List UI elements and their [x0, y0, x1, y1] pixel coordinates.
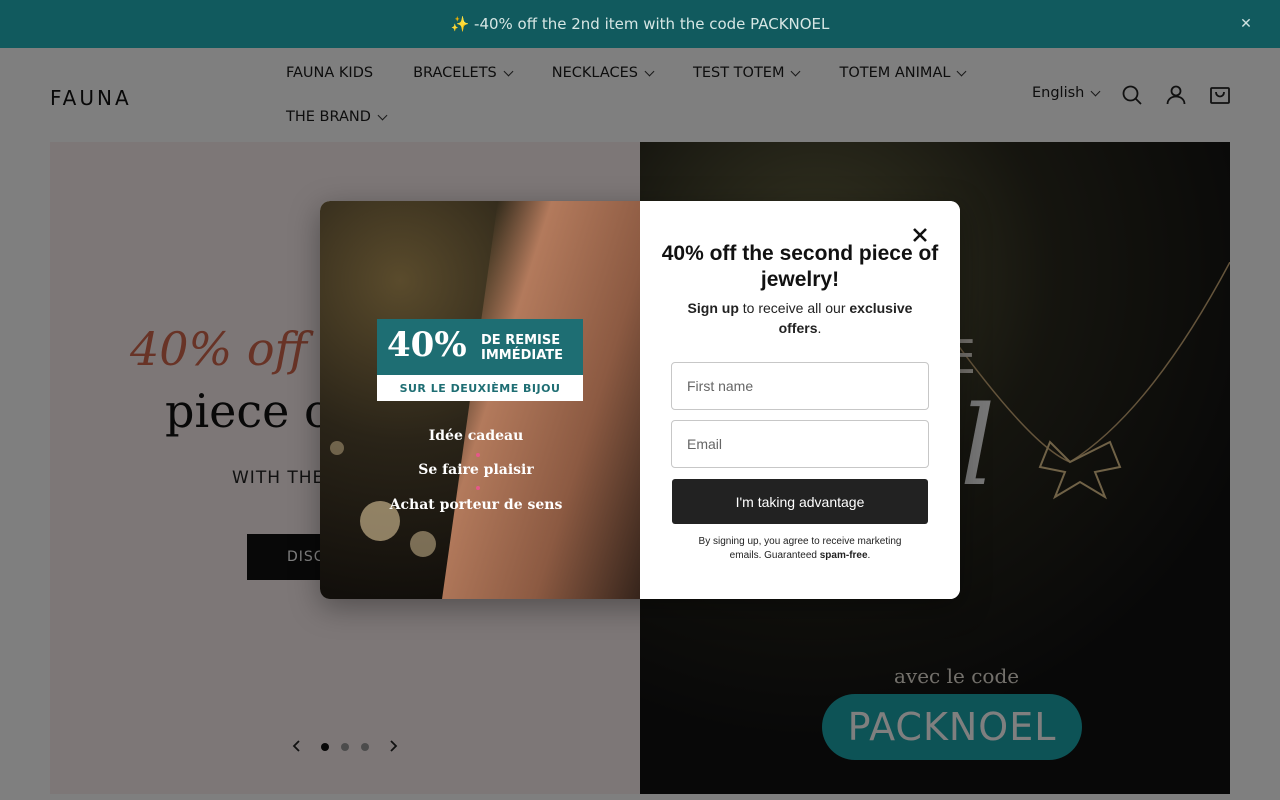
promo-small-text: DE REMISE IMMÉDIATE	[481, 333, 563, 363]
promo-line: Se faire plaisir	[418, 462, 534, 478]
promo-line: Achat porteur de sens	[389, 497, 563, 513]
announcement-bar: ✨ -40% off the 2nd item with the code PA…	[0, 0, 1280, 48]
promo-small-line: DE REMISE	[481, 333, 561, 348]
promo-strip: SUR LE DEUXIÈME BIJOU	[377, 375, 583, 401]
desc-text: to receive all our	[738, 300, 850, 316]
pink-dot	[476, 453, 480, 457]
promo-small-line: IMMÉDIATE	[481, 348, 564, 363]
desc-text: .	[817, 320, 822, 336]
announcement-text: ✨ -40% off the 2nd item with the code PA…	[450, 15, 830, 33]
email-field[interactable]	[671, 420, 929, 468]
legal-text-main: By signing up, you agree to receive mark…	[698, 536, 902, 561]
modal-image: 40% DE REMISE IMMÉDIATE SUR LE DEUXIÈME …	[320, 201, 640, 599]
promo-line: Idée cadeau	[428, 428, 524, 444]
legal-text: By signing up, you agree to receive mark…	[685, 535, 915, 563]
desc-bold: Sign up	[687, 300, 739, 316]
promo-percent: 40%	[387, 325, 467, 365]
close-icon[interactable]: ✕	[1238, 16, 1254, 32]
legal-bold: spam-free	[819, 550, 868, 561]
modal-description: Sign up to receive all our exclusive off…	[670, 298, 930, 338]
submit-button[interactable]: I'm taking advantage	[672, 479, 928, 524]
signup-form: 40% off the second piece of jewelry! Sig…	[640, 201, 960, 599]
pink-dot	[476, 486, 480, 490]
modal-title: 40% off the second piece of jewelry!	[661, 242, 939, 291]
first-name-field[interactable]	[671, 362, 929, 410]
signup-modal: 40% DE REMISE IMMÉDIATE SUR LE DEUXIÈME …	[320, 201, 960, 599]
bokeh-light	[410, 531, 436, 557]
legal-end: .	[867, 550, 871, 561]
